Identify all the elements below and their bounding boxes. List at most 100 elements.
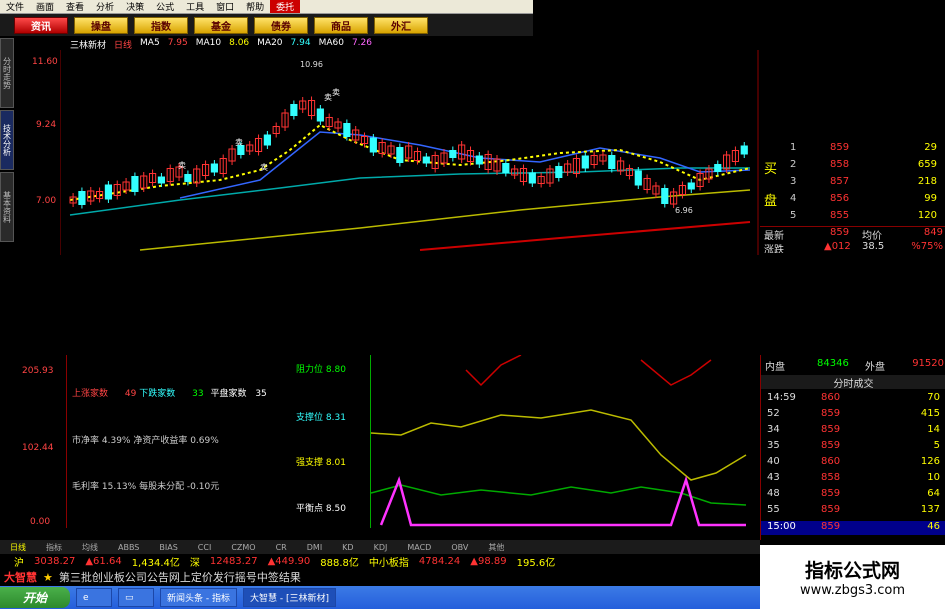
ma5-line xyxy=(69,123,751,201)
menu-entrust[interactable]: 委托 xyxy=(270,0,301,13)
pb-label: 市净率 xyxy=(72,436,100,446)
tab-ma[interactable]: 均线 xyxy=(72,542,108,553)
news-ticker[interactable]: 大智慧 ★ 第三批创业板公司公告网上定价发行摇号中签结果 xyxy=(0,569,760,585)
inner-label: 内盘 xyxy=(765,362,785,373)
tab-other[interactable]: 其他 xyxy=(478,542,514,553)
tab-czmo[interactable]: CZMO xyxy=(221,543,265,552)
watermark: 指标公式网 www.zbgs3.com xyxy=(760,545,945,609)
tab-technical[interactable]: 技术分析 xyxy=(0,110,14,170)
tab-indicator[interactable]: 指标 xyxy=(36,542,72,553)
period-label[interactable]: 日线 xyxy=(114,38,132,51)
trade-title[interactable]: 分时成交 xyxy=(761,375,945,390)
indicator-line-red-1 xyxy=(465,355,522,387)
menu-window[interactable]: 窗口 xyxy=(210,0,240,13)
task-dzh-window[interactable]: 大智慧 - [三林新材] xyxy=(242,588,336,607)
windows-taskbar: 开始 e ▭ 新闻头条 - 指标 大智慧 - [三林新材] xyxy=(0,586,760,609)
nav-commodity-button[interactable]: 商品 xyxy=(314,16,368,34)
order-row-1[interactable]: 1 859 29 xyxy=(760,142,945,156)
avg-value: 849 xyxy=(923,227,943,238)
candle-body xyxy=(528,172,536,184)
trade-price: 858 xyxy=(821,472,841,483)
tab-cr[interactable]: CR xyxy=(266,543,297,552)
ma20-label: MA20 xyxy=(257,38,283,48)
ma60-label: MA60 xyxy=(318,38,344,48)
tab-bias[interactable]: BIAS xyxy=(149,543,187,552)
candle-body xyxy=(714,164,722,172)
nav-trade-button[interactable]: 操盘 xyxy=(74,16,128,34)
menu-decision[interactable]: 决策 xyxy=(120,0,150,13)
sz-amount: 888.8亿 xyxy=(320,557,359,569)
trade-volume: 10 xyxy=(927,472,940,483)
task-news-window[interactable]: 新闻头条 - 指标 xyxy=(160,588,237,607)
nav-index-button[interactable]: 指数 xyxy=(134,16,188,34)
candle-body xyxy=(290,104,298,116)
change-row: 涨跌 ▲012 38.5 %75% xyxy=(760,241,945,253)
trade-row: 34 859 14 xyxy=(761,424,945,438)
tab-intraday[interactable]: 分时走势 xyxy=(0,38,14,108)
menu-view[interactable]: 画面 xyxy=(30,0,60,13)
menu-look[interactable]: 查看 xyxy=(60,0,90,13)
candle-body xyxy=(131,176,139,192)
nav-bond-button[interactable]: 债券 xyxy=(254,16,308,34)
tab-obv[interactable]: OBV xyxy=(441,543,478,552)
nav-news-button[interactable]: 资讯 xyxy=(14,16,68,34)
menu-bar: 文件 画面 查看 分析 决策 公式 工具 窗口 帮助 委托 xyxy=(0,0,533,14)
order-row-5[interactable]: 5 855 120 xyxy=(760,210,945,224)
order-price: 858 xyxy=(830,159,850,170)
order-row-3[interactable]: 3 857 218 xyxy=(760,176,945,190)
tab-macd[interactable]: MACD xyxy=(397,543,441,552)
tab-kd[interactable]: KD xyxy=(332,543,363,552)
annotation-low: 6.96 xyxy=(675,206,693,215)
trade-row: 48 859 64 xyxy=(761,488,945,502)
menu-tools[interactable]: 工具 xyxy=(180,0,210,13)
resistance-value: 8.80 xyxy=(325,365,346,375)
flat-count-label: 平盘家数 xyxy=(210,389,247,399)
menu-formula[interactable]: 公式 xyxy=(150,0,180,13)
trade-time: 52 xyxy=(767,408,780,419)
ie-icon[interactable]: e xyxy=(76,588,112,607)
menu-file[interactable]: 文件 xyxy=(0,0,30,13)
menu-help[interactable]: 帮助 xyxy=(240,0,270,13)
order-volume: 29 xyxy=(924,142,937,153)
tab-dmi[interactable]: DMI xyxy=(297,543,332,552)
candle-body xyxy=(369,137,377,153)
trade-detail-panel: 内盘 84346 外盘 91520 分时成交 14:59 860 70 52 859 4… xyxy=(760,355,945,540)
support-value: 8.31 xyxy=(325,413,346,423)
tab-cci[interactable]: CCI xyxy=(188,543,222,552)
margin-label: 毛利率 xyxy=(72,482,100,492)
nav-bar: 资讯 操盘 指数 基金 债券 商品 外汇 xyxy=(0,14,533,36)
order-row-2[interactable]: 2 858 659 xyxy=(760,159,945,173)
menu-analysis[interactable]: 分析 xyxy=(90,0,120,13)
sz-change: ▲449.90 xyxy=(267,555,311,567)
candle-body xyxy=(263,134,271,146)
trade-row-selected[interactable]: 15:00 859 46 xyxy=(761,521,945,535)
tab-fundamental[interactable]: 基本资料 xyxy=(0,172,14,242)
trade-volume: 70 xyxy=(927,392,940,403)
candle-body xyxy=(422,156,430,164)
trade-price: 860 xyxy=(821,392,841,403)
nav-fund-button[interactable]: 基金 xyxy=(194,16,248,34)
order-book-panel: 买 盘 1 859 29 2 858 659 3 857 218 4 856 99 5 855 12… xyxy=(760,138,945,253)
ma5-value: 7.95 xyxy=(167,38,188,48)
candlestick-chart[interactable]: 10.96 6.96 卖 卖 卖 卖 卖 xyxy=(60,50,760,255)
tab-kdj[interactable]: KDJ xyxy=(364,543,398,552)
order-volume: 120 xyxy=(917,210,937,221)
desktop-icon[interactable]: ▭ xyxy=(118,588,154,607)
order-level: 2 xyxy=(790,159,797,170)
start-button[interactable]: 开始 xyxy=(0,587,70,608)
tab-daily[interactable]: 日线 xyxy=(0,542,36,553)
candle-body xyxy=(210,163,218,173)
down-count-label: 下跌家数 xyxy=(139,389,176,399)
nav-forex-button[interactable]: 外汇 xyxy=(374,16,428,34)
balance-label: 平衡点 xyxy=(296,504,324,514)
ma60-line xyxy=(139,189,751,251)
tab-abbs[interactable]: ABBS xyxy=(108,543,149,552)
indicator-chart[interactable] xyxy=(371,355,760,528)
candle-body xyxy=(502,163,510,173)
order-price: 859 xyxy=(830,142,850,153)
margin-text: 15.13% 每股未分配 -0.10元 xyxy=(101,482,220,492)
order-row-4[interactable]: 4 856 99 xyxy=(760,193,945,207)
news-text[interactable]: 第三批创业板公司公告网上定价发行摇号中签结果 xyxy=(59,569,301,585)
ma10-label: MA10 xyxy=(195,38,222,48)
order-level: 4 xyxy=(790,193,797,204)
